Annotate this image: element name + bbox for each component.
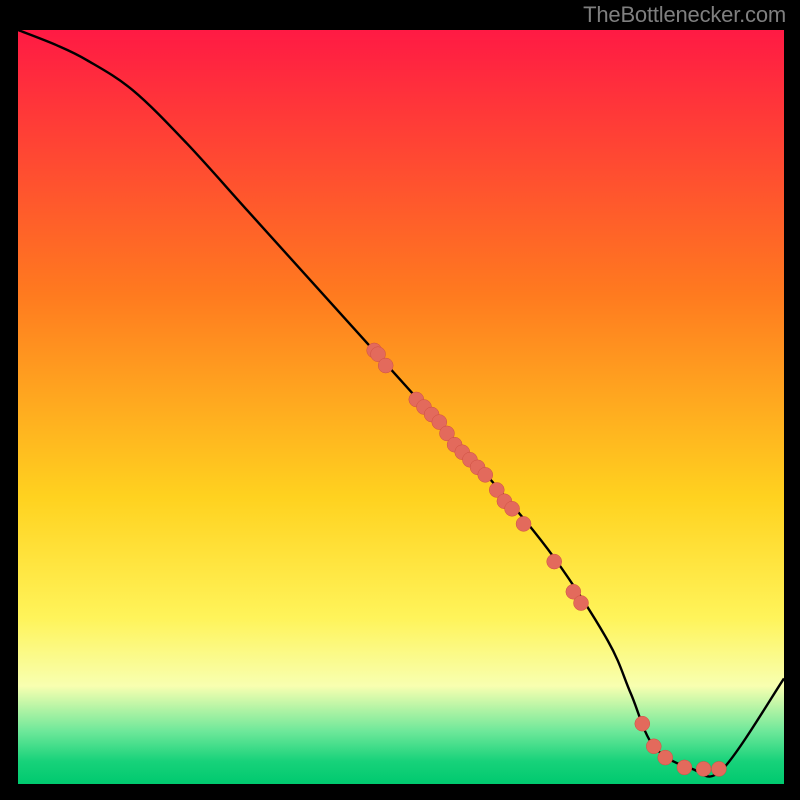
data-marker (478, 467, 493, 482)
data-marker (574, 596, 589, 611)
gradient-background (18, 30, 784, 784)
chart-frame: TheBottlenecker.com (0, 0, 800, 800)
data-marker (547, 554, 562, 569)
chart-svg (18, 30, 784, 784)
data-marker (677, 760, 692, 775)
data-marker (696, 761, 711, 776)
data-marker (378, 358, 393, 373)
attribution-text: TheBottlenecker.com (583, 2, 786, 28)
data-marker (658, 750, 673, 765)
data-marker (516, 516, 531, 531)
data-marker (635, 716, 650, 731)
data-marker (646, 739, 661, 754)
data-marker (505, 501, 520, 516)
plot-area (18, 30, 784, 784)
data-marker (711, 761, 726, 776)
